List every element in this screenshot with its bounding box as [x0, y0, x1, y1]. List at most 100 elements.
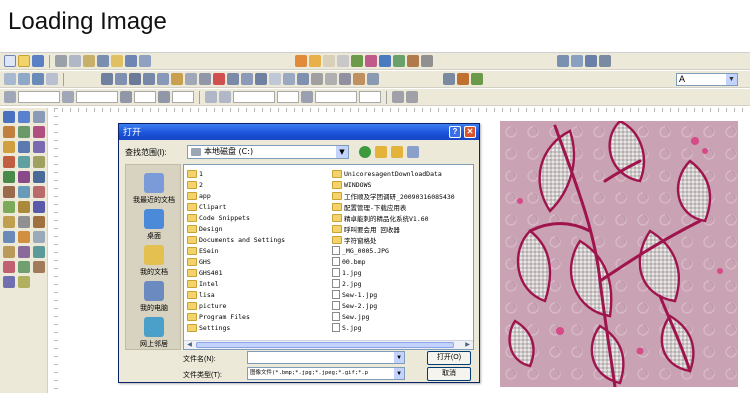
- folder-item[interactable]: 1: [187, 168, 332, 179]
- back-icon[interactable]: [359, 146, 371, 158]
- paste-icon[interactable]: [83, 55, 95, 67]
- apply-icon[interactable]: [301, 91, 313, 103]
- close-button[interactable]: ✕: [464, 126, 476, 138]
- folder-item[interactable]: Documents and Settings: [187, 234, 332, 245]
- delete-icon[interactable]: [213, 73, 225, 85]
- shape-icon[interactable]: [33, 126, 45, 138]
- flip-icon[interactable]: [129, 73, 141, 85]
- new-file-icon[interactable]: [4, 55, 16, 67]
- angle-field[interactable]: [233, 91, 275, 103]
- folder-item[interactable]: 2: [187, 179, 332, 190]
- folder-item[interactable]: UnicoresagentDownloadData: [332, 168, 473, 179]
- group-icon[interactable]: [599, 55, 611, 67]
- arrange-icon[interactable]: [585, 55, 597, 67]
- folder-item[interactable]: picture: [187, 300, 332, 311]
- density-field[interactable]: [315, 91, 357, 103]
- trim-icon[interactable]: [33, 201, 45, 213]
- convert-icon[interactable]: [241, 73, 253, 85]
- color-icon[interactable]: [365, 55, 377, 67]
- distribute-icon[interactable]: [571, 55, 583, 67]
- color-change-icon[interactable]: [3, 231, 15, 243]
- photo-stitch-icon[interactable]: [3, 276, 15, 288]
- anchor-icon[interactable]: [219, 91, 231, 103]
- sequin-icon[interactable]: [3, 201, 15, 213]
- zoom-fit-icon[interactable]: [339, 73, 351, 85]
- file-item[interactable]: 1.jpg: [332, 267, 473, 278]
- place-my-documents[interactable]: 我的文档: [126, 245, 182, 277]
- new-folder-icon[interactable]: [391, 146, 403, 158]
- bean-stitch-icon[interactable]: [18, 186, 30, 198]
- scroll-right-icon[interactable]: ▶: [463, 341, 472, 349]
- folder-item[interactable]: Settings: [187, 322, 332, 333]
- hand-tool-icon[interactable]: [3, 246, 15, 258]
- applique-icon[interactable]: [18, 171, 30, 183]
- file-item[interactable]: _MG_0005.JPG: [332, 245, 473, 256]
- align-icon[interactable]: [557, 55, 569, 67]
- pan-icon[interactable]: [353, 73, 365, 85]
- pencil-tool-icon[interactable]: [18, 231, 30, 243]
- properties-icon[interactable]: [46, 73, 58, 85]
- cancel-button[interactable]: 取消: [427, 367, 471, 381]
- help-icon[interactable]: [111, 55, 123, 67]
- place-network[interactable]: 网上邻居: [126, 317, 182, 349]
- join-icon[interactable]: [185, 73, 197, 85]
- fill-bucket-icon[interactable]: [3, 171, 15, 183]
- folder-item[interactable]: 字符窗格处: [332, 234, 473, 245]
- running-stitch-icon[interactable]: [297, 73, 309, 85]
- object-icon[interactable]: [32, 73, 44, 85]
- x-position-field[interactable]: [18, 91, 60, 103]
- hoop-icon[interactable]: [407, 55, 419, 67]
- brush-icon[interactable]: [309, 55, 321, 67]
- pattern-icon[interactable]: [18, 261, 30, 273]
- pencil-icon[interactable]: [457, 73, 469, 85]
- cross-stitch-icon[interactable]: [33, 186, 45, 198]
- trace-icon[interactable]: [227, 73, 239, 85]
- skew-icon[interactable]: [157, 73, 169, 85]
- redo-icon[interactable]: [139, 55, 151, 67]
- folder-item[interactable]: 精卓能刺的精品化系统V1.60: [332, 212, 473, 223]
- place-recent[interactable]: 我最近的文档: [126, 173, 182, 205]
- file-item[interactable]: Sew.jpg: [332, 311, 473, 322]
- place-desktop[interactable]: 桌面: [126, 209, 182, 241]
- help-button[interactable]: ?: [449, 126, 461, 138]
- file-list[interactable]: 1 2 app Clipart Code Snippets Design Documents…: [183, 164, 474, 350]
- zoom-in-icon[interactable]: [311, 73, 323, 85]
- look-in-select[interactable]: 本地磁盘 (C:) ▼: [187, 145, 349, 159]
- star-icon[interactable]: [18, 156, 30, 168]
- scrollbar-thumb[interactable]: [196, 342, 454, 348]
- reshape-icon[interactable]: [18, 111, 30, 123]
- file-type-select[interactable]: 图像文件(*.bmp;*.jpg;*.jpeg;*.gif;*.p ▼: [247, 367, 405, 380]
- font-select[interactable]: A ▼: [676, 73, 738, 86]
- fill-icon[interactable]: [351, 55, 363, 67]
- cut-icon[interactable]: [55, 55, 67, 67]
- draw-tool-icon[interactable]: [295, 55, 307, 67]
- text-tool-icon[interactable]: [3, 141, 15, 153]
- outline-icon[interactable]: [255, 73, 267, 85]
- save-icon[interactable]: [32, 55, 44, 67]
- file-item[interactable]: Sew-1.jpg: [332, 289, 473, 300]
- zoom-out-icon[interactable]: [325, 73, 337, 85]
- split-icon[interactable]: [199, 73, 211, 85]
- dialog-titlebar[interactable]: 打开 ? ✕: [119, 124, 479, 140]
- file-item[interactable]: 2.jpg: [332, 278, 473, 289]
- file-item[interactable]: 00.bmp: [332, 256, 473, 267]
- eraser-icon[interactable]: [323, 55, 335, 67]
- monogram-icon[interactable]: [18, 246, 30, 258]
- folder-item[interactable]: Clipart: [187, 201, 332, 212]
- knife-icon[interactable]: [33, 216, 45, 228]
- select-arrow-icon[interactable]: [3, 111, 15, 123]
- folder-item[interactable]: 配置管理-下载应用表: [332, 201, 473, 212]
- stitch-count-icon[interactable]: [392, 91, 404, 103]
- chenille-icon[interactable]: [18, 201, 30, 213]
- zoom-tool-icon[interactable]: [33, 231, 45, 243]
- rectangle-icon[interactable]: [18, 141, 30, 153]
- ellipse-icon[interactable]: [33, 141, 45, 153]
- layers-icon[interactable]: [18, 73, 30, 85]
- folder-item[interactable]: 工作顺及学团调研_20090316085430: [332, 190, 473, 201]
- file-name-field[interactable]: ▼: [247, 351, 405, 364]
- heart-icon[interactable]: [33, 156, 45, 168]
- stitch-icon[interactable]: [379, 55, 391, 67]
- copy-icon[interactable]: [69, 55, 81, 67]
- motif-icon[interactable]: [33, 171, 45, 183]
- undo-icon[interactable]: [125, 55, 137, 67]
